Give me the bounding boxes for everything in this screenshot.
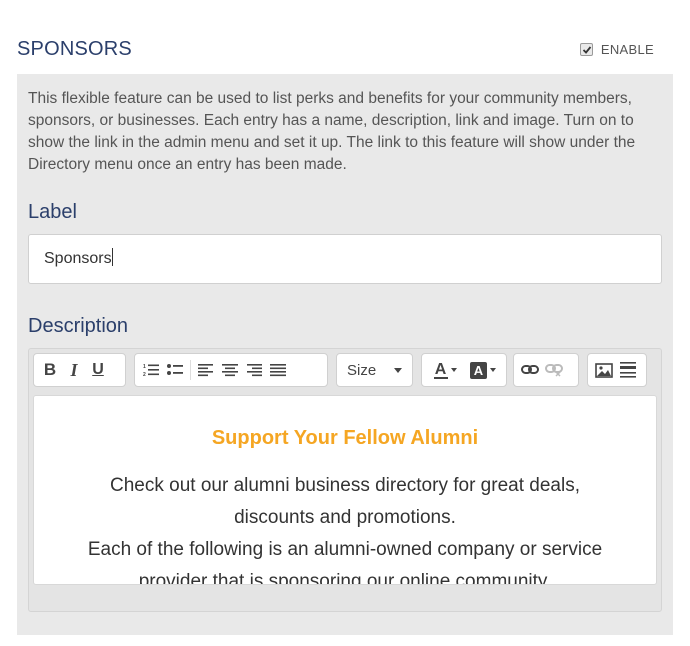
section-header: SPONSORS ENABLE	[17, 36, 673, 66]
content-title: Support Your Fellow Alumni	[211, 427, 479, 449]
color-group: A A	[421, 353, 507, 387]
insert-image-button[interactable]	[592, 357, 616, 383]
italic-icon: I	[70, 359, 78, 380]
content-paragraph-line: Check out our alumni business directory …	[110, 475, 580, 496]
ordered-list-icon: 12	[143, 364, 159, 377]
image-icon	[595, 362, 613, 378]
enable-checkbox[interactable]	[579, 43, 593, 56]
underline-icon: U	[92, 361, 104, 378]
content-paragraph-line: Each of the following is an alumni-owned…	[87, 539, 603, 560]
background-color-icon: A	[470, 361, 487, 379]
font-size-dropdown[interactable]: Size	[336, 353, 413, 387]
label-input-value: Sponsors	[44, 250, 112, 267]
editor-content-area[interactable]: Support Your Fellow Alumni Check out our…	[33, 395, 657, 585]
font-size-label: Size	[347, 361, 377, 379]
link-button[interactable]	[518, 357, 542, 383]
enable-label: ENABLE	[600, 42, 654, 57]
paragraph-group: 12	[134, 353, 328, 387]
svg-text:1: 1	[143, 364, 146, 370]
font-color-bar	[433, 376, 448, 379]
text-caret	[111, 248, 113, 266]
unordered-list-button[interactable]	[163, 357, 187, 383]
caret-down-icon	[490, 368, 496, 372]
underline-button[interactable]: U	[86, 357, 110, 383]
label-input[interactable]: Sponsors	[28, 234, 662, 284]
text-style-group: B I U	[33, 353, 126, 387]
align-left-icon	[198, 364, 213, 377]
font-color-button[interactable]: A	[426, 357, 464, 383]
ordered-list-button[interactable]: 12	[139, 357, 163, 383]
section-title: SPONSORS	[17, 38, 132, 60]
insert-group	[587, 353, 647, 387]
bold-button[interactable]: B	[38, 357, 62, 383]
unordered-list-icon	[167, 364, 183, 375]
enable-toggle[interactable]: ENABLE	[579, 42, 654, 57]
unlink-button[interactable]	[542, 357, 566, 383]
font-color-letter: A	[434, 360, 447, 378]
feature-description: This flexible feature can be used to lis…	[28, 90, 636, 173]
link-icon	[521, 365, 539, 374]
align-justify-button[interactable]	[266, 357, 290, 383]
horizontal-rule-icon	[620, 362, 636, 378]
align-right-button[interactable]	[242, 357, 266, 383]
content-paragraph-line: discounts and promotions.	[234, 507, 456, 528]
description-heading: Description	[28, 315, 129, 337]
horizontal-rule-button[interactable]	[616, 357, 640, 383]
content-paragraph-line: provider that is sponsoring our online c…	[138, 571, 552, 585]
unlink-icon	[545, 364, 563, 377]
checkmark-icon	[582, 46, 592, 54]
font-color-icon: A	[433, 360, 448, 379]
link-group	[513, 353, 579, 387]
align-justify-icon	[270, 364, 286, 377]
rich-text-editor: B I U 12 Size A A Support Your Fellow Al…	[28, 348, 662, 612]
caret-down-icon	[394, 367, 402, 373]
label-heading: Label	[28, 201, 77, 223]
toolbar-divider	[190, 360, 191, 380]
italic-button[interactable]: I	[62, 357, 86, 383]
svg-text:2: 2	[143, 372, 146, 377]
align-center-icon	[222, 364, 238, 377]
settings-panel: This flexible feature can be used to lis…	[17, 74, 673, 635]
background-color-button[interactable]: A	[464, 357, 502, 383]
caret-down-icon	[450, 368, 457, 372]
bold-icon: B	[43, 360, 57, 379]
align-right-icon	[247, 364, 262, 377]
align-center-button[interactable]	[218, 357, 242, 383]
align-left-button[interactable]	[194, 357, 218, 383]
